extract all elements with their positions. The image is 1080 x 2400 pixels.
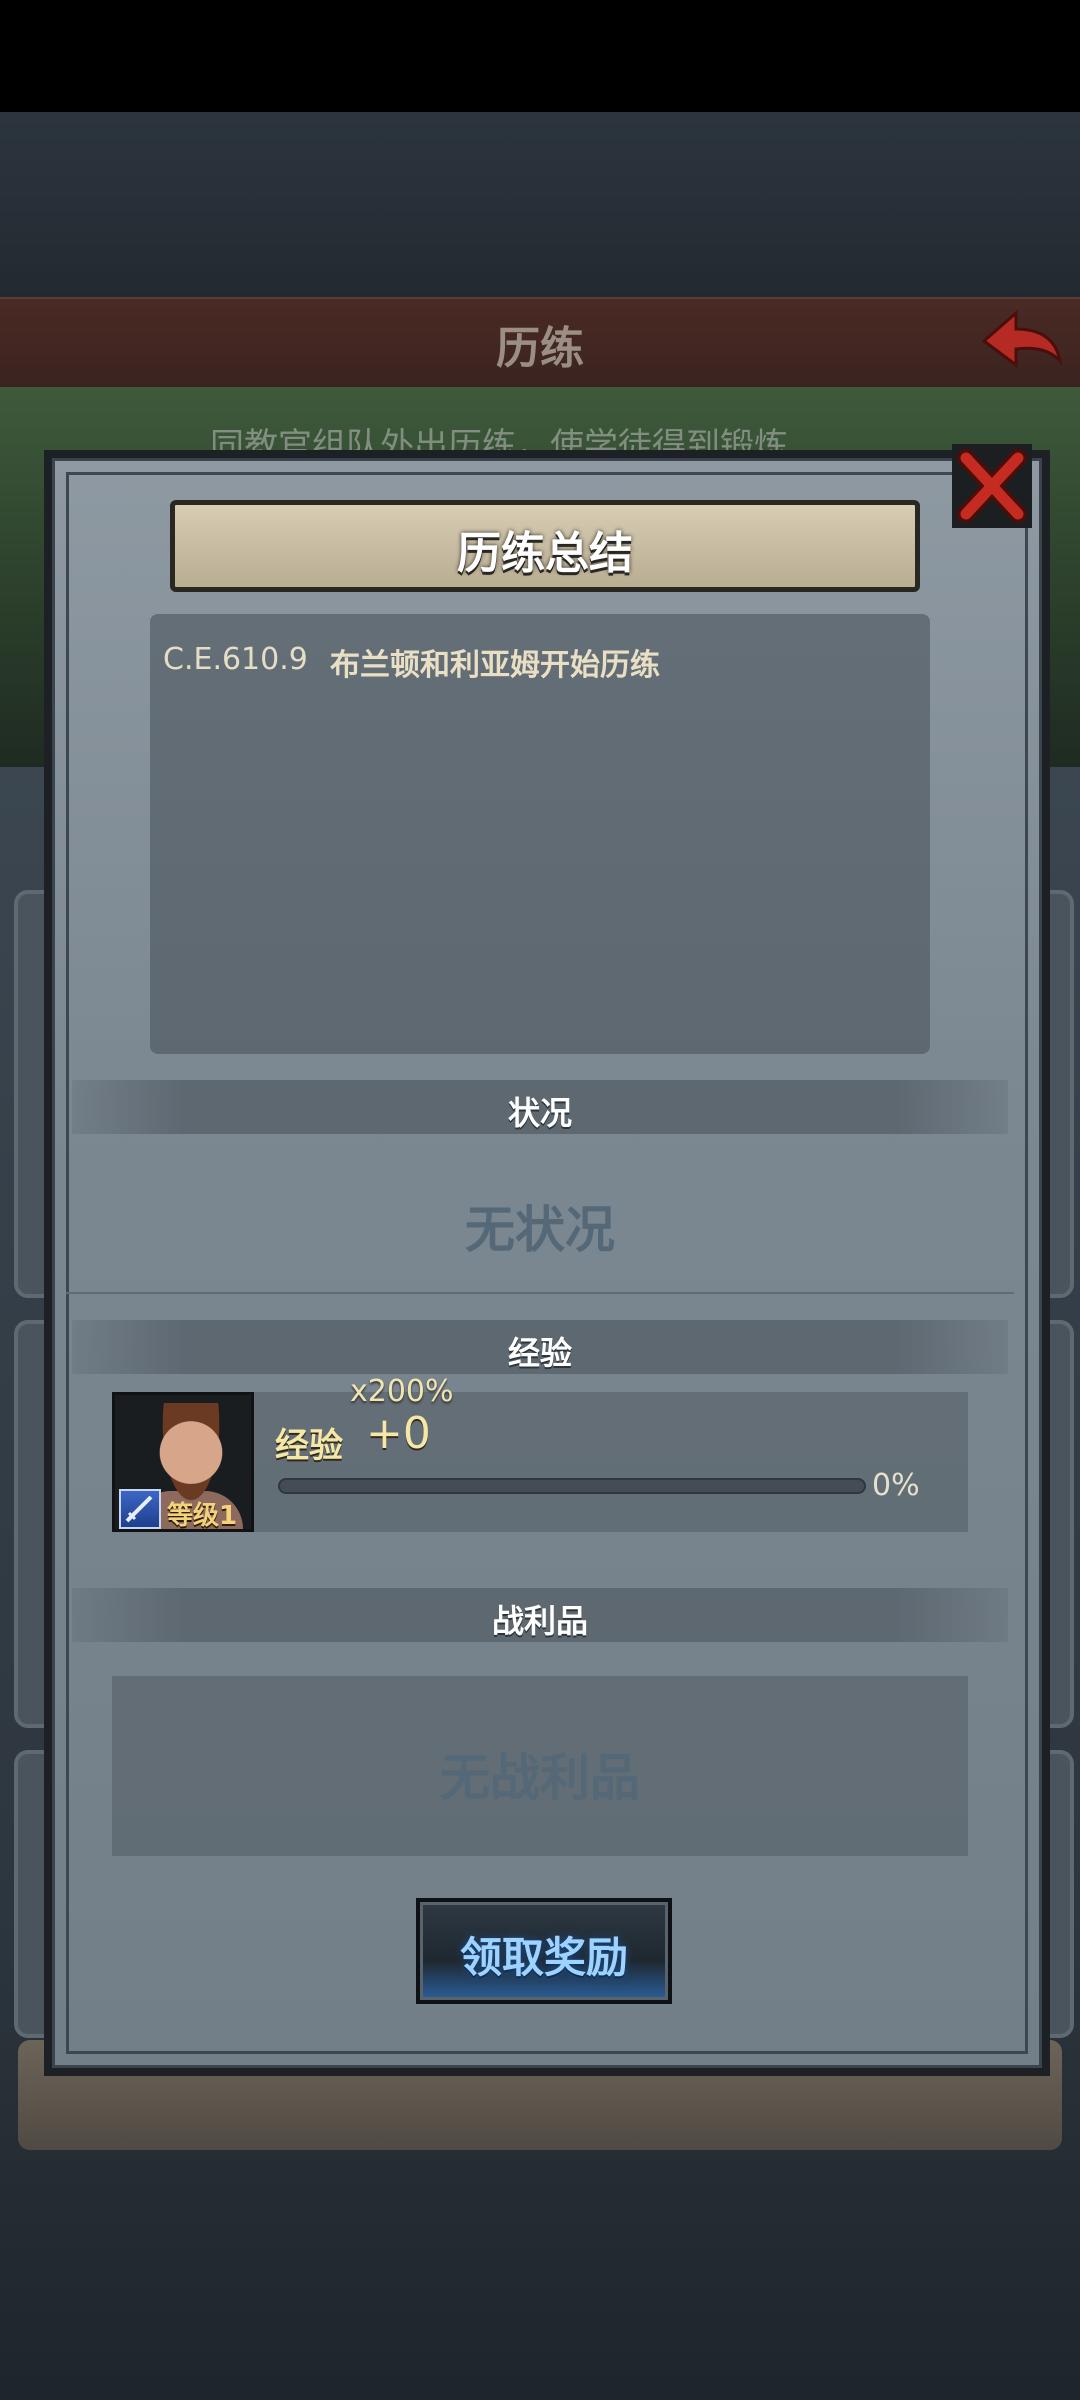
log-entry-text: 布兰顿和利亚姆开始历练 xyxy=(330,648,660,683)
level-badge: 等级1 xyxy=(167,1495,237,1532)
exp-section-label: 经验 xyxy=(507,1334,572,1372)
divider xyxy=(66,1292,1014,1294)
character-avatar[interactable]: 等级1 xyxy=(112,1392,254,1532)
back-arrow-icon[interactable] xyxy=(976,305,1066,375)
loot-section-label: 战利品 xyxy=(491,1602,588,1640)
exp-section-header: 经验 xyxy=(72,1320,1008,1374)
loot-empty-text: 无战利品 xyxy=(440,1749,640,1807)
sword-icon xyxy=(119,1489,161,1529)
loot-section-header: 战利品 xyxy=(72,1588,1008,1642)
header-title: 历练 xyxy=(496,323,584,374)
event-log: C.E.610.9 布兰顿和利亚姆开始历练 xyxy=(150,614,930,1054)
exp-label: 经验 xyxy=(275,1426,343,1466)
close-x-icon xyxy=(957,449,1027,523)
claim-reward-label: 领取奖励 xyxy=(459,1933,628,1982)
status-bar xyxy=(0,0,1080,112)
close-button[interactable] xyxy=(952,444,1032,528)
level-value: 1 xyxy=(219,1501,238,1531)
status-section-label: 状况 xyxy=(507,1094,572,1132)
status-empty-text: 无状况 xyxy=(465,1201,615,1259)
status-section-header: 状况 xyxy=(72,1080,1008,1134)
level-label: 等级 xyxy=(167,1501,220,1531)
background-top xyxy=(0,112,1080,297)
exp-value: +0 xyxy=(366,1408,431,1459)
exp-multiplier: x200% xyxy=(350,1374,454,1409)
log-entry-date: C.E.610.9 xyxy=(163,642,308,677)
claim-reward-button[interactable]: 领取奖励 xyxy=(416,1898,672,2004)
exp-progress-percent: 0% xyxy=(872,1468,920,1503)
exp-progress-bar xyxy=(278,1478,866,1494)
dialog-title: 历练总结 xyxy=(457,528,633,579)
dialog-title-plaque: 历练总结 xyxy=(170,500,920,592)
